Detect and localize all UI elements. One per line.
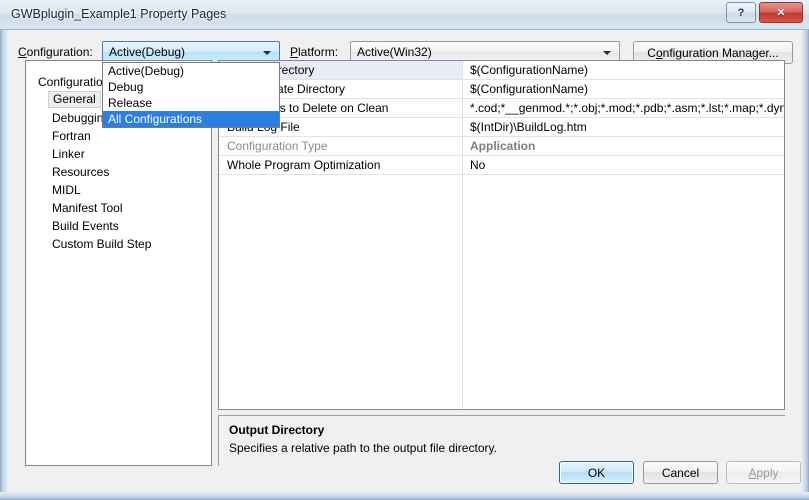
property-row[interactable]: Configuration Type Application — [219, 137, 784, 156]
tree-item-resources[interactable]: Resources — [52, 165, 109, 179]
chevron-down-icon — [603, 51, 611, 55]
configuration-dropdown-option[interactable]: Active(Debug) — [103, 63, 279, 79]
configuration-dropdown-option[interactable]: Debug — [103, 79, 279, 95]
property-value[interactable]: Application — [464, 137, 784, 155]
configuration-dropdown-option[interactable]: All Configurations — [103, 111, 279, 127]
configuration-label: Configuration: — [18, 45, 93, 59]
description-title: Output Directory — [229, 423, 325, 437]
property-grid[interactable]: Output Directory$(ConfigurationName)Inte… — [218, 60, 785, 410]
property-value[interactable]: $(IntDir)\BuildLog.htm — [464, 118, 784, 136]
property-row[interactable]: Intermediate Directory $(ConfigurationNam… — [219, 80, 784, 99]
property-name: Whole Program Optimization — [227, 158, 381, 172]
tree-item-general[interactable]: General — [48, 91, 101, 108]
title-bar[interactable]: GWBplugin_Example1 Property Pages ? ✕ — [0, 0, 809, 30]
description-pane: Output Directory Specifies a relative pa… — [218, 415, 785, 466]
window-border-left — [0, 0, 8, 500]
platform-combobox-value: Active(Win32) — [357, 45, 432, 59]
tree-item-custom-build-step[interactable]: Custom Build Step — [52, 237, 151, 251]
property-row[interactable]: Build Log File$(IntDir)\BuildLog.htm — [219, 118, 784, 137]
chevron-down-icon — [263, 51, 271, 55]
property-row[interactable]: Extensions to Delete on Clean *.cod;*__ge… — [219, 99, 784, 118]
property-value[interactable]: $(ConfigurationName) — [464, 61, 784, 79]
tree-item-fortran[interactable]: Fortran — [52, 129, 91, 143]
property-name: Configuration Type — [227, 139, 328, 153]
window-border-bottom — [0, 492, 809, 500]
property-row[interactable]: Output Directory$(ConfigurationName) — [219, 61, 784, 80]
tree-item-midl[interactable]: MIDL — [52, 183, 81, 197]
help-icon[interactable]: ? — [726, 2, 756, 23]
platform-label: Platform: — [290, 45, 339, 59]
property-row[interactable]: Whole Program Optimization No — [219, 156, 784, 175]
description-body: Specifies a relative path to the output … — [229, 441, 497, 455]
close-icon[interactable]: ✕ — [759, 2, 803, 23]
configuration-combobox-value: Active(Debug) — [109, 45, 186, 59]
configuration-dropdown-list[interactable]: Active(Debug) Debug Release All Configurati… — [102, 62, 280, 128]
property-value[interactable]: $(ConfigurationName) — [464, 80, 784, 98]
window-title: GWBplugin_Example1 Property Pages — [11, 7, 227, 21]
ok-button[interactable]: OK — [559, 461, 634, 484]
cancel-button[interactable]: Cancel — [643, 461, 718, 484]
property-value[interactable]: No — [464, 156, 784, 174]
property-pages-dialog: GWBplugin_Example1 Property Pages ? ✕ Co… — [0, 0, 809, 500]
configuration-dropdown-option[interactable]: Release — [103, 95, 279, 111]
window-border-right — [801, 0, 809, 500]
dialog-client-area: Configuration: Active(Debug) Platform: A… — [8, 31, 801, 492]
tree-item-build-events[interactable]: Build Events — [52, 219, 119, 233]
tree-item-manifest-tool[interactable]: Manifest Tool — [52, 201, 122, 215]
property-value[interactable]: *.cod;*__genmod.*;*.obj;*.mod;*.pdb;*.as… — [464, 99, 784, 117]
apply-button[interactable]: Apply — [726, 461, 801, 484]
tree-item-linker[interactable]: Linker — [52, 147, 85, 161]
